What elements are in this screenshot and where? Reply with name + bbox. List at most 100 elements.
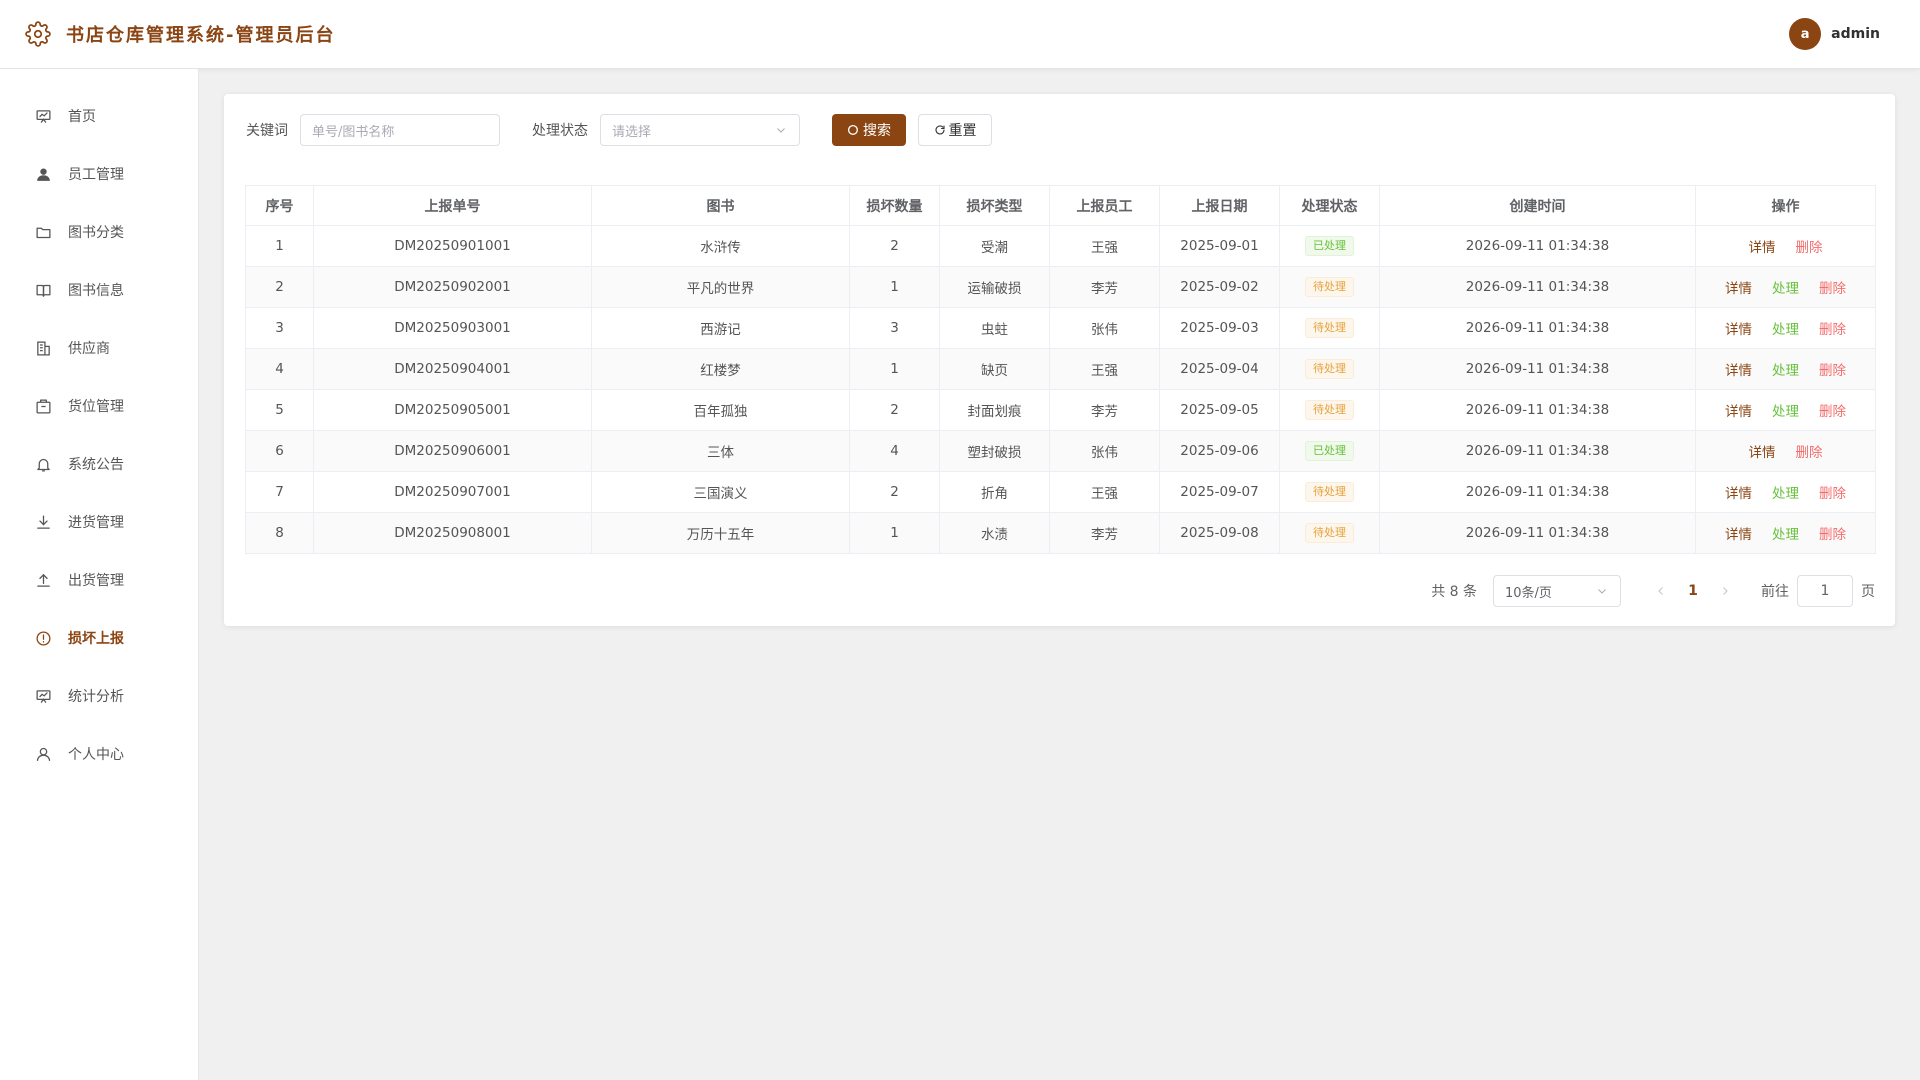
sidebar-item-home[interactable]: 首页 [0, 87, 198, 145]
pagination: 共 8 条 10条/页 1 前往 1 页 [1431, 575, 1875, 607]
cell-book: 西游记 [591, 307, 850, 349]
cell-quantity: 2 [849, 389, 940, 431]
cell-quantity: 2 [849, 225, 940, 267]
cell-index: 2 [245, 266, 314, 308]
handle-link[interactable]: 处理 [1772, 404, 1799, 420]
delete-link[interactable]: 删除 [1819, 281, 1846, 297]
delete-link[interactable]: 删除 [1819, 363, 1846, 379]
status-badge: 待处理 [1305, 318, 1354, 338]
cell-date: 2025-09-07 [1159, 471, 1280, 513]
user-menu[interactable]: a admin [1789, 18, 1880, 50]
sidebar-item-supplier[interactable]: 供应商 [0, 319, 198, 377]
cell-created: 2026-09-11 01:34:38 [1379, 266, 1696, 308]
sidebar-item-location[interactable]: 货位管理 [0, 377, 198, 435]
user-icon [34, 165, 52, 183]
detail-link[interactable]: 详情 [1725, 322, 1752, 338]
handle-link[interactable]: 处理 [1772, 527, 1799, 543]
cell-damage-type: 折角 [939, 471, 1050, 513]
cell-employee: 张伟 [1049, 430, 1160, 472]
delete-link[interactable]: 删除 [1796, 445, 1823, 461]
username[interactable]: admin [1831, 26, 1880, 42]
handle-link[interactable]: 处理 [1772, 363, 1799, 379]
cell-damage-type: 封面划痕 [939, 389, 1050, 431]
cell-employee: 张伟 [1049, 307, 1160, 349]
cell-date: 2025-09-08 [1159, 512, 1280, 554]
cell-status: 已处理 [1279, 225, 1380, 267]
handle-link[interactable]: 处理 [1772, 486, 1799, 502]
cell-quantity: 2 [849, 471, 940, 513]
cell-damage-type: 虫蛀 [939, 307, 1050, 349]
detail-link[interactable]: 详情 [1749, 240, 1776, 256]
sidebar-item-shipment[interactable]: 出货管理 [0, 551, 198, 609]
detail-link[interactable]: 详情 [1725, 404, 1752, 420]
delete-link[interactable]: 删除 [1819, 527, 1846, 543]
prev-page-button[interactable] [1645, 575, 1677, 607]
cell-status: 待处理 [1279, 471, 1380, 513]
detail-link[interactable]: 详情 [1749, 445, 1776, 461]
cell-actions: 详情 处理 删除 [1695, 471, 1876, 513]
sidebar-item-damage-report[interactable]: 损坏上报 [0, 609, 198, 667]
cell-status: 待处理 [1279, 389, 1380, 431]
detail-link[interactable]: 详情 [1725, 281, 1752, 297]
column-header: 序号 [245, 185, 314, 226]
chevron-down-icon [775, 124, 787, 140]
download-icon [34, 513, 52, 531]
sidebar-item-label: 员工管理 [68, 167, 124, 183]
content-card: 关键词 单号/图书名称 处理状态 请选择 搜索 重置 序号 上报单号 图书 损坏… [224, 94, 1895, 626]
search-button-label: 搜索 [863, 123, 891, 139]
cell-date: 2025-09-05 [1159, 389, 1280, 431]
sidebar-item-statistics[interactable]: 统计分析 [0, 667, 198, 725]
gear-icon [24, 20, 52, 48]
cell-damage-type: 塑封破损 [939, 430, 1050, 472]
cell-actions: 详情 删除 [1695, 430, 1876, 472]
next-page-button[interactable] [1709, 575, 1741, 607]
cell-quantity: 1 [849, 512, 940, 554]
keyword-input[interactable]: 单号/图书名称 [300, 114, 500, 146]
sidebar-item-notice[interactable]: 系统公告 [0, 435, 198, 493]
detail-link[interactable]: 详情 [1725, 363, 1752, 379]
cell-created: 2026-09-11 01:34:38 [1379, 512, 1696, 554]
sidebar-item-book-category[interactable]: 图书分类 [0, 203, 198, 261]
cell-quantity: 1 [849, 348, 940, 390]
sidebar-item-label: 统计分析 [68, 689, 124, 705]
cell-book: 百年孤独 [591, 389, 850, 431]
damage-report-table: 序号 上报单号 图书 损坏数量 损坏类型 上报员工 上报日期 处理状态 创建时间… [245, 185, 1876, 554]
cell-damage-type: 水渍 [939, 512, 1050, 554]
detail-link[interactable]: 详情 [1725, 486, 1752, 502]
reset-button[interactable]: 重置 [918, 114, 992, 146]
status-badge: 已处理 [1305, 441, 1354, 461]
delete-link[interactable]: 删除 [1796, 240, 1823, 256]
cell-employee: 王强 [1049, 471, 1160, 513]
handle-link[interactable]: 处理 [1772, 322, 1799, 338]
top-header: 书店仓库管理系统-管理员后台 a admin [0, 0, 1920, 69]
sidebar-item-label: 首页 [68, 109, 96, 125]
cell-report-no: DM20250905001 [313, 389, 592, 431]
handle-link[interactable]: 处理 [1772, 281, 1799, 297]
sidebar-item-book-info[interactable]: 图书信息 [0, 261, 198, 319]
cell-status: 待处理 [1279, 266, 1380, 308]
cell-index: 5 [245, 389, 314, 431]
sidebar-item-purchase[interactable]: 进货管理 [0, 493, 198, 551]
delete-link[interactable]: 删除 [1819, 486, 1846, 502]
status-label: 处理状态 [532, 123, 588, 139]
detail-link[interactable]: 详情 [1725, 527, 1752, 543]
cell-employee: 李芳 [1049, 512, 1160, 554]
table-row: 2 DM20250902001 平凡的世界 1 运输破损 李芳 2025-09-02 待处理 2… [245, 266, 1876, 308]
cell-date: 2025-09-02 [1159, 266, 1280, 308]
sidebar-item-staff[interactable]: 员工管理 [0, 145, 198, 203]
table-header-row: 序号 上报单号 图书 损坏数量 损坏类型 上报员工 上报日期 处理状态 创建时间… [245, 185, 1876, 226]
person-icon [34, 745, 52, 763]
cell-actions: 详情 处理 删除 [1695, 266, 1876, 308]
sidebar-item-profile[interactable]: 个人中心 [0, 725, 198, 783]
status-select[interactable]: 请选择 [600, 114, 800, 146]
chart-board-icon [34, 687, 52, 705]
page-number-current[interactable]: 1 [1677, 575, 1709, 607]
cell-actions: 详情 处理 删除 [1695, 389, 1876, 431]
cell-status: 待处理 [1279, 348, 1380, 390]
delete-link[interactable]: 删除 [1819, 404, 1846, 420]
search-button[interactable]: 搜索 [832, 114, 906, 146]
page-size-select[interactable]: 10条/页 [1493, 575, 1621, 607]
goto-page-input[interactable]: 1 [1797, 575, 1853, 607]
delete-link[interactable]: 删除 [1819, 322, 1846, 338]
avatar[interactable]: a [1789, 18, 1822, 50]
